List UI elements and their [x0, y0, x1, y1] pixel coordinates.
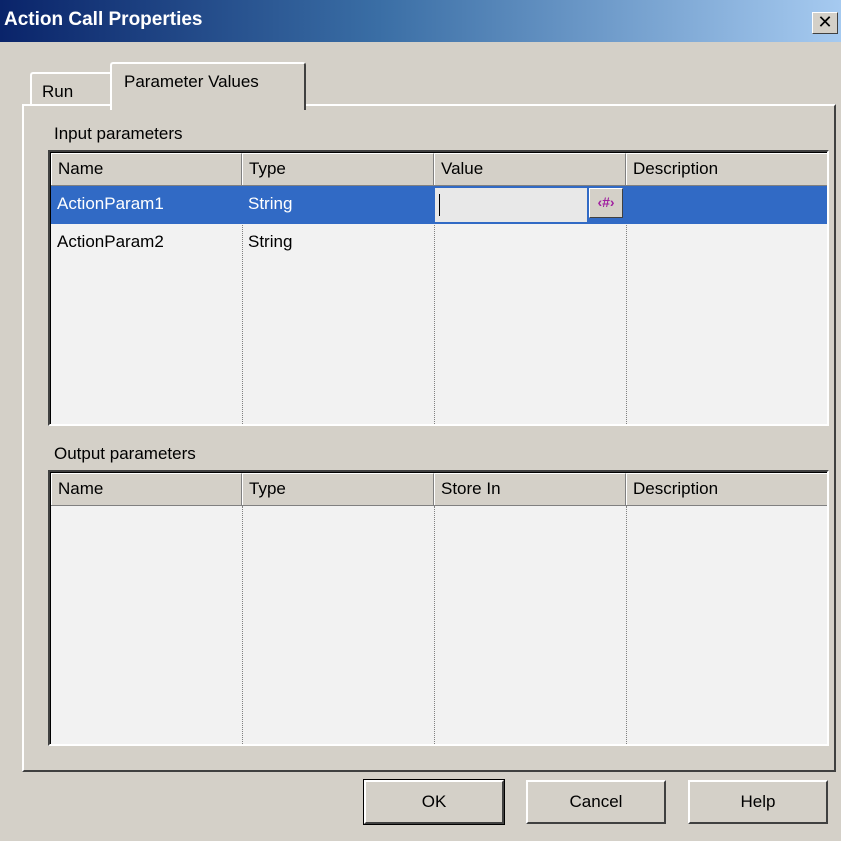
table-row[interactable]: ActionParam1 String ‹#› — [51, 186, 827, 224]
close-button[interactable]: ✕ — [812, 12, 838, 34]
input-grid-header: Name Type Value Description — [51, 153, 827, 186]
close-icon: ✕ — [817, 12, 833, 32]
column-header-type-label: Type — [249, 479, 286, 498]
column-header-name[interactable]: Name — [51, 473, 242, 505]
dialog-window: Action Call Properties ✕ Run Parameter V… — [0, 0, 841, 841]
column-header-description-label: Description — [633, 159, 719, 178]
column-header-store-in[interactable]: Store In — [434, 473, 626, 505]
row-type-cell: String — [248, 194, 293, 213]
cancel-button-label: Cancel — [569, 792, 623, 811]
help-button[interactable]: Help — [688, 780, 828, 824]
row-value-cell[interactable] — [434, 224, 626, 262]
ok-button-label: OK — [421, 792, 447, 811]
text-caret — [439, 194, 440, 216]
column-header-value[interactable]: Value — [434, 153, 626, 185]
value-input[interactable] — [435, 188, 587, 222]
output-parameters-grid[interactable]: Name Type Store In Description — [48, 470, 829, 746]
row-name-cell: ActionParam1 — [57, 194, 164, 213]
tab-run-label: Run — [42, 82, 74, 101]
column-header-value-label: Value — [441, 159, 484, 178]
tab-parameter-values-label: Parameter Values — [124, 72, 259, 91]
column-header-description[interactable]: Description — [626, 473, 827, 505]
column-header-store-in-label: Store In — [441, 479, 501, 498]
ok-button[interactable]: OK — [363, 779, 505, 825]
column-header-description[interactable]: Description — [626, 153, 827, 185]
column-divider — [626, 506, 627, 744]
column-divider — [434, 506, 435, 744]
column-divider — [242, 506, 243, 744]
row-description-cell — [626, 186, 827, 224]
column-header-name-label: Name — [58, 479, 104, 498]
column-header-description-label: Description — [633, 479, 719, 498]
column-header-type-label: Type — [249, 159, 286, 178]
row-description-cell — [626, 224, 827, 262]
row-type-cell: String — [248, 232, 293, 251]
input-parameters-grid[interactable]: Name Type Value Description ActionParam1… — [48, 150, 829, 426]
expression-builder-button[interactable]: ‹#› — [589, 188, 623, 218]
table-row[interactable]: ActionParam2 String — [51, 224, 827, 262]
column-header-type[interactable]: Type — [242, 153, 434, 185]
input-parameters-label: Input parameters — [54, 124, 183, 143]
column-header-name[interactable]: Name — [51, 153, 242, 185]
window-title: Action Call Properties — [4, 9, 203, 30]
tab-run[interactable]: Run — [30, 72, 114, 106]
output-grid-header: Name Type Store In Description — [51, 473, 827, 506]
tab-parameter-values[interactable]: Parameter Values — [110, 62, 306, 110]
title-bar[interactable]: Action Call Properties ✕ — [0, 0, 841, 42]
help-button-label: Help — [740, 792, 776, 811]
cancel-button[interactable]: Cancel — [526, 780, 666, 824]
expression-icon: ‹#› — [597, 194, 615, 210]
row-name-cell: ActionParam2 — [57, 232, 164, 251]
output-parameters-label: Output parameters — [54, 444, 196, 463]
column-header-type[interactable]: Type — [242, 473, 434, 505]
column-header-name-label: Name — [58, 159, 104, 178]
